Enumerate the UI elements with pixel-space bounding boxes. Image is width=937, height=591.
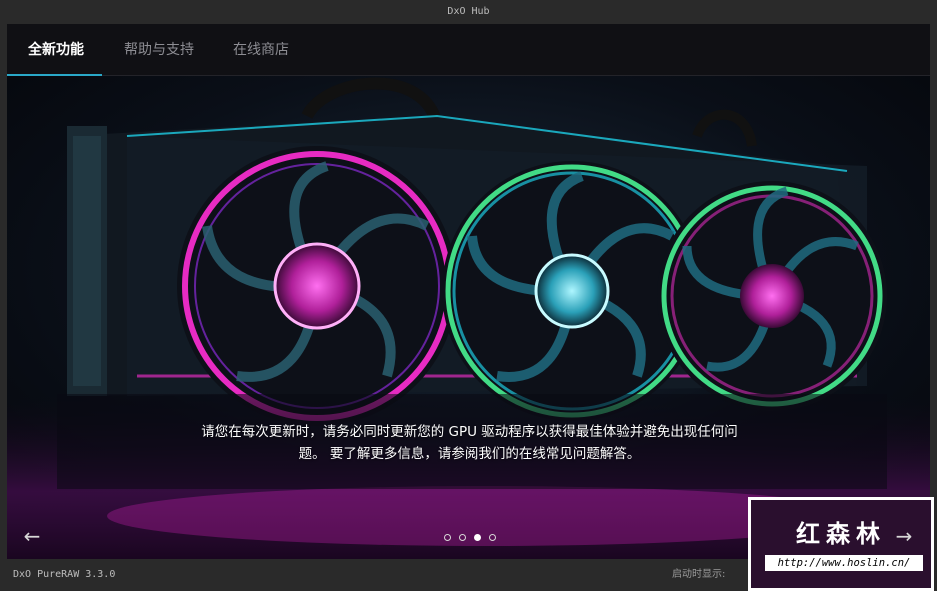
carousel-dot-3[interactable] — [474, 534, 481, 541]
window-title: DxO Hub — [0, 0, 937, 24]
startup-show-label: 启动时显示: — [672, 569, 726, 580]
watermark-url: http://www.hoslin.cn/ — [765, 555, 923, 571]
tab-help-support[interactable]: 帮助与支持 — [124, 24, 194, 76]
arrow-left-icon[interactable]: ← — [17, 524, 47, 548]
carousel-dot-2[interactable] — [459, 534, 466, 541]
caption-line-2: 题。 要了解更多信息，请参阅我们的在线常见问题解答。 — [298, 446, 641, 462]
main-content: 全新功能 帮助与支持 在线商店 请您在每次更新时，请务必同时更新您的 GPU 驱… — [7, 24, 930, 559]
gpu-hero-image — [7, 76, 930, 559]
fan-right — [657, 181, 887, 411]
tab-bar: 全新功能 帮助与支持 在线商店 — [7, 24, 930, 76]
arrow-right-icon[interactable]: → — [889, 524, 919, 548]
carousel-dot-4[interactable] — [489, 534, 496, 541]
tab-online-store[interactable]: 在线商店 — [233, 24, 289, 76]
watermark-overlay: 红森林 http://www.hoslin.cn/ → — [748, 497, 934, 591]
caption-line-1: 请您在每次更新时，请务必同时更新您的 GPU 驱动程序以获得最佳体验并避免出现任… — [201, 424, 738, 440]
hero-caption: 请您在每次更新时，请务必同时更新您的 GPU 驱动程序以获得最佳体验并避免出现任… — [157, 421, 782, 465]
app-window: DxO Hub 全新功能 帮助与支持 在线商店 请您在每次更新时，请务必同时更新… — [0, 0, 937, 591]
version-label: DxO PureRAW 3.3.0 — [13, 569, 116, 580]
fan-left — [177, 146, 457, 426]
tab-whats-new[interactable]: 全新功能 — [28, 24, 84, 76]
carousel-dot-1[interactable] — [444, 534, 451, 541]
hero-carousel: 请您在每次更新时，请务必同时更新您的 GPU 驱动程序以获得最佳体验并避免出现任… — [7, 76, 930, 559]
carousel-pagination — [444, 534, 496, 544]
